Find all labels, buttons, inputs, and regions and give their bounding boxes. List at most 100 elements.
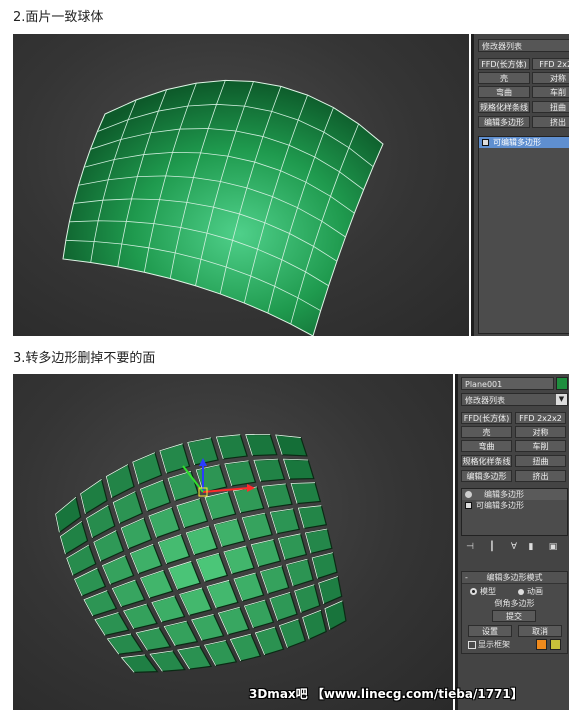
mod-button-ffd-2x2[interactable]: FFD 2x2x (532, 58, 569, 70)
poly-face (151, 595, 186, 623)
step3-caption: 3.转多边形删掉不要的面 (13, 351, 156, 366)
poly-face (311, 551, 338, 580)
mod-button-shell[interactable]: 壳 (461, 426, 512, 438)
mod-button-ffd-box[interactable]: FFD(长方体) (478, 58, 530, 70)
chevron-down-icon[interactable]: ▼ (556, 394, 567, 405)
current-operation-label: 倒角多边形 (494, 599, 535, 608)
poly-face (139, 479, 171, 512)
poly-face (261, 483, 293, 509)
mod-button-lathe[interactable]: 车削 (532, 86, 569, 98)
edit-poly-mode-rollout: - 编辑多边形模式 模型 动画 倒角多边形 提交 设置 取消 显示框架 (461, 571, 568, 654)
poly-face (297, 505, 328, 530)
watermark-text: 3Dmax吧 【www.linecg.com/tieba/1771】 (249, 687, 523, 701)
poly-face (233, 572, 265, 602)
mod-button-normalize-spline[interactable]: 规格化样条线 (478, 101, 530, 113)
radio-on-icon (470, 588, 477, 595)
mod-button-edit-poly[interactable]: 编辑多边形 (461, 470, 512, 482)
stack-item-label: 编辑多边形 (484, 490, 524, 499)
poly-face (131, 451, 163, 486)
mod-button-ffd-box[interactable]: FFD(长方体) (461, 412, 512, 424)
mod-button-lathe[interactable]: 车削 (515, 440, 566, 452)
poly-face (157, 533, 191, 565)
poly-face (269, 508, 301, 535)
settings-button[interactable]: 设置 (468, 625, 512, 637)
stack-item-editable-poly[interactable]: 可编辑多边形 (462, 500, 567, 511)
configure-sets-icon[interactable]: ▣ (548, 542, 558, 552)
pin-stack-icon[interactable]: ⊣ (465, 542, 475, 552)
sphere-patch-mesh (62, 79, 384, 336)
poly-face (304, 528, 333, 555)
poly-face (269, 591, 298, 622)
cancel-button[interactable]: 取消 (518, 625, 562, 637)
collapse-icon[interactable]: - (465, 572, 468, 583)
light-bulb-icon[interactable] (465, 491, 472, 498)
mod-button-bend[interactable]: 弯曲 (478, 86, 530, 98)
mod-button-bend[interactable]: 弯曲 (461, 440, 512, 452)
stack-item-edit-poly[interactable]: 编辑多边形 (462, 489, 567, 500)
mod-button-extrude[interactable]: 挤出 (532, 116, 569, 128)
object-color-swatch[interactable] (556, 377, 568, 390)
poly-face (244, 433, 278, 457)
poly-face (111, 579, 146, 608)
poly-face (120, 517, 153, 550)
command-panel: Plane001 修改器列表 ▼ FFD(长方体) FFD 2x2x2 壳 对称… (455, 374, 569, 710)
cage-color-swatch-1[interactable] (536, 639, 547, 650)
surface-body (62, 79, 384, 336)
modifier-list-dropdown[interactable]: 修改器列表 ▼ (461, 393, 568, 406)
stack-item-editable-poly[interactable]: 可编辑多边形 (479, 137, 569, 148)
animate-radio-label: 动画 (527, 587, 543, 596)
mod-button-extrude[interactable]: 挤出 (515, 470, 566, 482)
poly-face (122, 603, 158, 630)
show-cage-checkbox[interactable]: 显示框架 (468, 639, 510, 650)
poly-face (176, 497, 209, 529)
poly-face (217, 606, 250, 636)
poly-face (185, 525, 218, 556)
model-radio[interactable]: 模型 (470, 586, 496, 597)
viewport[interactable] (13, 374, 453, 710)
expand-icon[interactable] (482, 139, 489, 146)
poly-face (83, 589, 118, 617)
show-end-result-icon[interactable]: ┃ (487, 542, 497, 552)
animate-radio[interactable]: 动画 (518, 586, 543, 597)
poly-face (317, 575, 343, 605)
mod-button-symmetry[interactable]: 对称 (532, 72, 569, 84)
poly-face (324, 599, 347, 631)
mod-button-ffd-2x2[interactable]: FFD 2x2x2 (515, 412, 566, 424)
model-radio-label: 模型 (480, 587, 496, 596)
object-name-field[interactable]: Plane001 (461, 377, 554, 390)
expand-icon[interactable] (465, 502, 472, 509)
modifier-list-dropdown[interactable]: 修改器列表 (478, 39, 569, 52)
object-name-text: Plane001 (465, 380, 503, 389)
poly-face (290, 482, 322, 505)
poly-face (259, 565, 290, 595)
screenshot-2: Plane001 修改器列表 ▼ FFD(长方体) FFD 2x2x2 壳 对称… (13, 374, 569, 710)
make-unique-icon[interactable]: ∀ (509, 542, 519, 552)
checkbox-icon (468, 640, 476, 649)
mod-button-edit-poly[interactable]: 编辑多边形 (478, 116, 530, 128)
commit-button[interactable]: 提交 (492, 610, 536, 622)
modifier-stack: 可编辑多边形 (478, 136, 569, 334)
poly-face (285, 558, 314, 588)
poly-face (293, 583, 321, 614)
stack-item-label: 可编辑多边形 (493, 138, 541, 147)
rollout-title: 编辑多边形模式 (486, 573, 543, 582)
step2-caption: 2.面片一致球体 (13, 10, 104, 25)
modifier-list-label: 修改器列表 (482, 42, 522, 51)
viewport[interactable] (13, 34, 469, 336)
mod-button-normalize-spline[interactable]: 规格化样条线 (461, 455, 512, 467)
cage-color-swatch-2[interactable] (550, 639, 561, 650)
screenshot-1: 修改器列表 FFD(长方体) FFD 2x2x 壳 对称 弯曲 车削 规格化样条… (13, 34, 569, 336)
rollout-header[interactable]: - 编辑多边形模式 (462, 572, 567, 584)
mod-button-shell[interactable]: 壳 (478, 72, 530, 84)
poly-face (167, 560, 201, 591)
mod-button-twist[interactable]: 扭曲 (515, 455, 566, 467)
mod-button-symmetry[interactable]: 对称 (515, 426, 566, 438)
poly-face (112, 490, 144, 525)
mod-button-twist[interactable]: 扭曲 (532, 101, 569, 113)
poly-face (195, 552, 229, 583)
remove-modifier-icon[interactable]: ▮ (526, 542, 536, 552)
poly-face (301, 609, 327, 641)
poly-face (278, 618, 307, 649)
poly-face (129, 543, 163, 575)
poly-face (178, 587, 213, 617)
